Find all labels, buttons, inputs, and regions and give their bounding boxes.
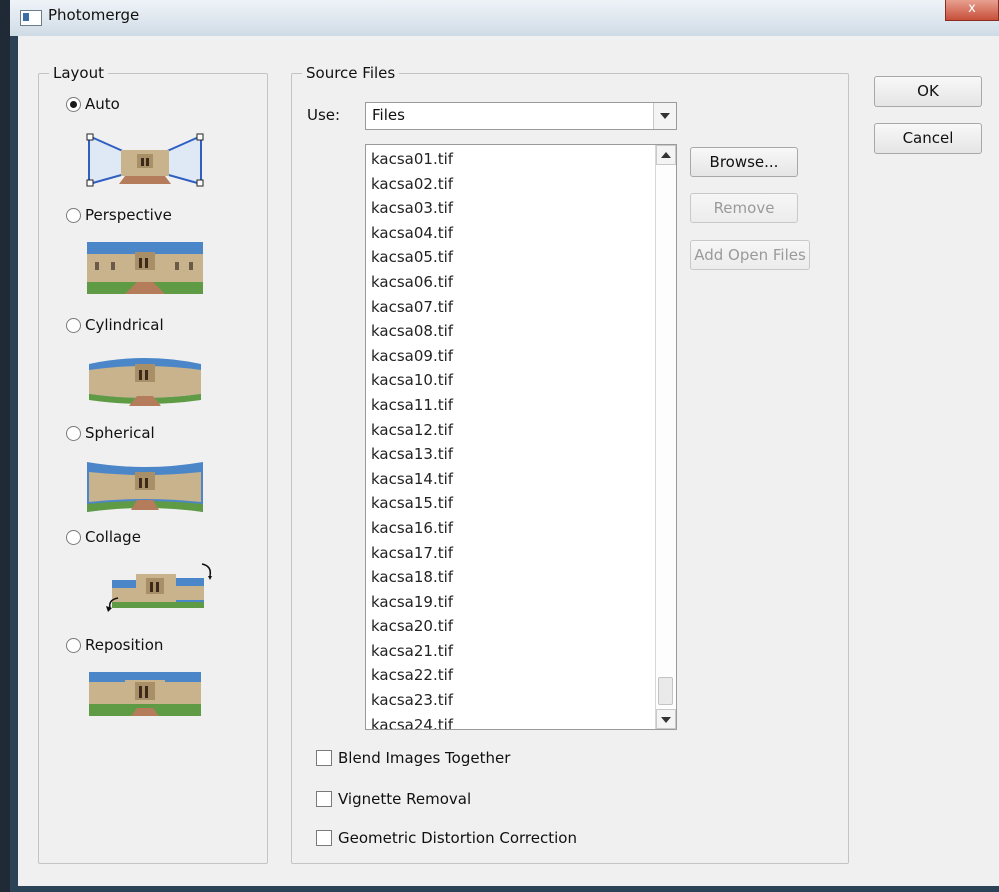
- window-title: Photomerge: [48, 6, 140, 24]
- file-list-item[interactable]: kacsa01.tif: [371, 147, 453, 172]
- scroll-up-icon[interactable]: [656, 145, 676, 165]
- file-list-item[interactable]: kacsa14.tif: [371, 467, 453, 492]
- file-list-item[interactable]: kacsa10.tif: [371, 368, 453, 393]
- ok-button[interactable]: OK: [874, 76, 982, 107]
- photomerge-dialog: Photomerge x Layout Auto Perspective Cyl…: [10, 0, 999, 892]
- title-bar[interactable]: Photomerge x: [10, 0, 999, 36]
- window-frame-edge: [10, 36, 18, 892]
- layout-option-spherical[interactable]: Spherical: [66, 424, 155, 442]
- auto-radio[interactable]: [66, 96, 81, 112]
- vignette-removal-label: Vignette Removal: [338, 790, 472, 808]
- scroll-down-icon[interactable]: [656, 709, 676, 729]
- cylindrical-preview-icon: [89, 358, 201, 406]
- use-dropdown-value: Files: [372, 106, 405, 124]
- layout-legend: Layout: [53, 64, 104, 82]
- reposition-label: Reposition: [85, 636, 164, 654]
- file-list-item[interactable]: kacsa19.tif: [371, 590, 453, 615]
- add-open-files-button[interactable]: Add Open Files: [690, 240, 810, 270]
- file-list-item[interactable]: kacsa02.tif: [371, 172, 453, 197]
- spherical-radio[interactable]: [66, 425, 81, 441]
- use-dropdown[interactable]: Files: [365, 102, 677, 130]
- collage-radio[interactable]: [66, 529, 81, 545]
- blend-images-option[interactable]: Blend Images Together: [316, 749, 510, 767]
- file-list-item[interactable]: kacsa05.tif: [371, 245, 453, 270]
- cancel-button[interactable]: Cancel: [874, 123, 982, 154]
- perspective-radio[interactable]: [66, 207, 81, 223]
- file-list-item[interactable]: kacsa23.tif: [371, 688, 453, 713]
- remove-button[interactable]: Remove: [690, 193, 798, 223]
- file-list-items: kacsa01.tif kacsa02.tif kacsa03.tif kacsa04…: [371, 147, 453, 729]
- file-list-item[interactable]: kacsa11.tif: [371, 393, 453, 418]
- file-list-item[interactable]: kacsa07.tif: [371, 295, 453, 320]
- vignette-removal-option[interactable]: Vignette Removal: [316, 790, 471, 808]
- vignette-removal-checkbox[interactable]: [316, 791, 332, 807]
- scroll-track[interactable]: [656, 165, 676, 709]
- layout-option-cylindrical[interactable]: Cylindrical: [66, 316, 164, 334]
- close-button[interactable]: x: [945, 0, 999, 21]
- collage-preview-icon: [106, 563, 212, 612]
- cylindrical-label: Cylindrical: [85, 316, 164, 334]
- scroll-thumb[interactable]: [658, 677, 673, 705]
- file-list-item[interactable]: kacsa06.tif: [371, 270, 453, 295]
- file-list-scrollbar[interactable]: [655, 145, 676, 729]
- use-label: Use:: [307, 106, 341, 124]
- photomerge-app-icon: [20, 10, 42, 26]
- perspective-label: Perspective: [85, 206, 172, 224]
- spherical-label: Spherical: [85, 424, 155, 442]
- file-list-item[interactable]: kacsa17.tif: [371, 541, 453, 566]
- layout-option-collage[interactable]: Collage: [66, 528, 141, 546]
- file-list-item[interactable]: kacsa20.tif: [371, 614, 453, 639]
- spherical-preview-icon: [87, 462, 203, 512]
- layout-option-perspective[interactable]: Perspective: [66, 206, 172, 224]
- reposition-preview-icon: [89, 672, 201, 716]
- source-files-legend: Source Files: [306, 64, 396, 82]
- reposition-radio[interactable]: [66, 637, 81, 653]
- geometric-distortion-label: Geometric Distortion Correction: [338, 829, 577, 847]
- file-list-item[interactable]: kacsa18.tif: [371, 565, 453, 590]
- auto-preview-icon: [86, 133, 204, 187]
- file-list-item[interactable]: kacsa04.tif: [371, 221, 453, 246]
- geometric-distortion-checkbox[interactable]: [316, 830, 332, 846]
- perspective-preview-icon: [87, 242, 203, 294]
- chevron-down-icon[interactable]: [653, 103, 676, 129]
- blend-images-label: Blend Images Together: [338, 749, 511, 767]
- geometric-distortion-option[interactable]: Geometric Distortion Correction: [316, 829, 577, 847]
- layout-option-reposition[interactable]: Reposition: [66, 636, 163, 654]
- file-list-item[interactable]: kacsa16.tif: [371, 516, 453, 541]
- file-list-item[interactable]: kacsa24.tif: [371, 713, 453, 729]
- file-list-item[interactable]: kacsa03.tif: [371, 196, 453, 221]
- auto-label: Auto: [85, 95, 120, 113]
- file-list-item[interactable]: kacsa13.tif: [371, 442, 453, 467]
- cylindrical-radio[interactable]: [66, 317, 81, 333]
- file-list-item[interactable]: kacsa21.tif: [371, 639, 453, 664]
- collage-label: Collage: [85, 528, 141, 546]
- file-list-item[interactable]: kacsa09.tif: [371, 344, 453, 369]
- file-list-item[interactable]: kacsa12.tif: [371, 418, 453, 443]
- source-files-list[interactable]: kacsa01.tif kacsa02.tif kacsa03.tif kacsa04…: [365, 144, 677, 730]
- layout-option-auto[interactable]: Auto: [66, 95, 120, 113]
- file-list-item[interactable]: kacsa15.tif: [371, 491, 453, 516]
- blend-images-checkbox[interactable]: [316, 750, 332, 766]
- file-list-item[interactable]: kacsa22.tif: [371, 663, 453, 688]
- browse-button[interactable]: Browse...: [690, 147, 798, 177]
- file-list-item[interactable]: kacsa08.tif: [371, 319, 453, 344]
